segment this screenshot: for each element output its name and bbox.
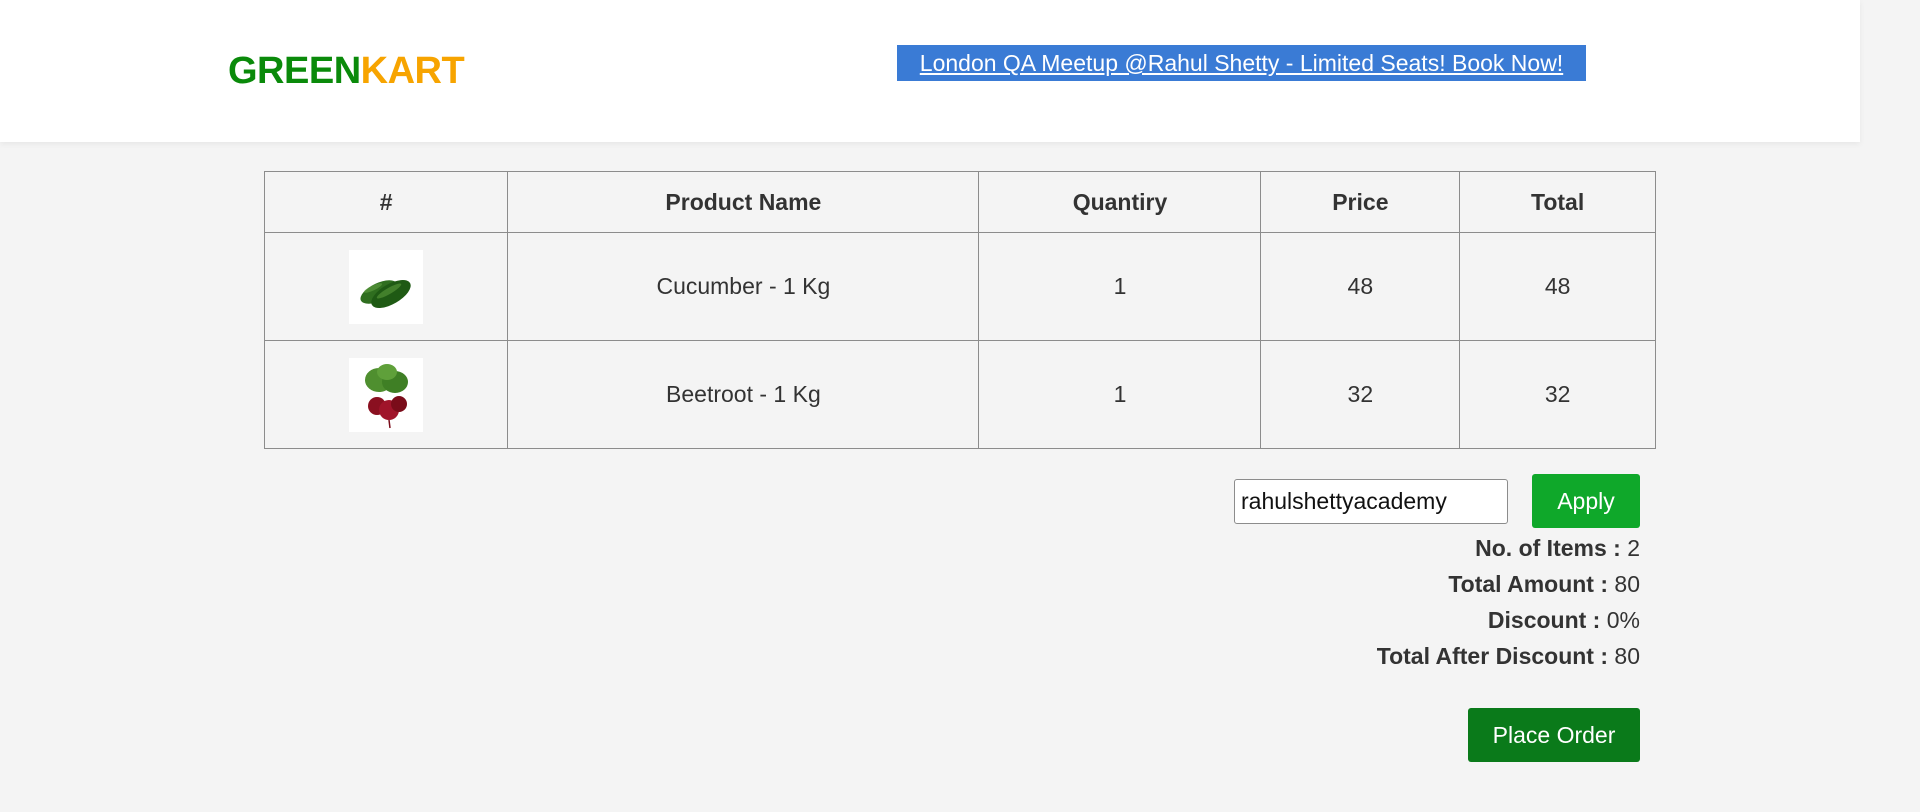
total-cell: 48 — [1459, 232, 1656, 341]
place-order-button[interactable]: Place Order — [1468, 708, 1640, 762]
header: GREENKART London QA Meetup @Rahul Shetty… — [0, 0, 1860, 142]
discount-label: Discount : — [1487, 607, 1601, 633]
price-cell: 48 — [1260, 232, 1461, 341]
brand-kart-text: KART — [360, 50, 465, 92]
price-cell: 32 — [1260, 340, 1461, 449]
items-count-label: No. of Items : — [1475, 535, 1621, 561]
table-row: Beetroot - 1 Kg 1 32 32 — [263, 340, 1656, 449]
discount-value: 0% — [1606, 607, 1640, 633]
total-amount-label: Total Amount : — [1448, 571, 1609, 597]
quantity-cell: 1 — [978, 232, 1262, 341]
quantity-cell: 1 — [978, 340, 1262, 449]
cucumber-image — [349, 249, 424, 324]
total-after-discount-line: Total After Discount : 80 — [1377, 638, 1640, 674]
total-amount-value: 80 — [1614, 571, 1640, 597]
promo-banner-link[interactable]: London QA Meetup @Rahul Shetty - Limited… — [897, 45, 1586, 81]
items-count-value: 2 — [1627, 535, 1640, 561]
column-header-quantity: Quantiry — [978, 171, 1262, 233]
table-header-row: # Product Name Quantiry Price Total — [263, 171, 1656, 233]
discount-line: Discount : 0% — [1377, 602, 1640, 638]
promo-code-row: Apply — [1234, 474, 1640, 528]
brand-logo: GREENKART — [228, 50, 465, 93]
apply-button[interactable]: Apply — [1532, 474, 1640, 528]
items-count-line: No. of Items : 2 — [1377, 530, 1640, 566]
order-summary: No. of Items : 2 Total Amount : 80 Disco… — [1377, 530, 1640, 674]
column-header-total: Total — [1459, 171, 1656, 233]
cart-table: # Product Name Quantiry Price Total Cucu… — [263, 171, 1656, 449]
column-header-price: Price — [1260, 171, 1461, 233]
total-after-discount-value: 80 — [1614, 643, 1640, 669]
beetroot-image — [349, 357, 424, 432]
brand-green-text: GREEN — [228, 50, 361, 92]
product-name-cell: Cucumber - 1 Kg — [507, 232, 980, 341]
total-cell: 32 — [1459, 340, 1656, 449]
product-image-cell — [263, 232, 509, 341]
total-after-discount-label: Total After Discount : — [1376, 643, 1609, 669]
column-header-product-name: Product Name — [507, 171, 980, 233]
column-header-index: # — [263, 171, 509, 233]
promo-code-input[interactable] — [1234, 478, 1508, 524]
product-image-cell — [263, 340, 509, 449]
product-name-cell: Beetroot - 1 Kg — [507, 340, 980, 449]
table-row: Cucumber - 1 Kg 1 48 48 — [263, 232, 1656, 341]
total-amount-line: Total Amount : 80 — [1377, 566, 1640, 602]
